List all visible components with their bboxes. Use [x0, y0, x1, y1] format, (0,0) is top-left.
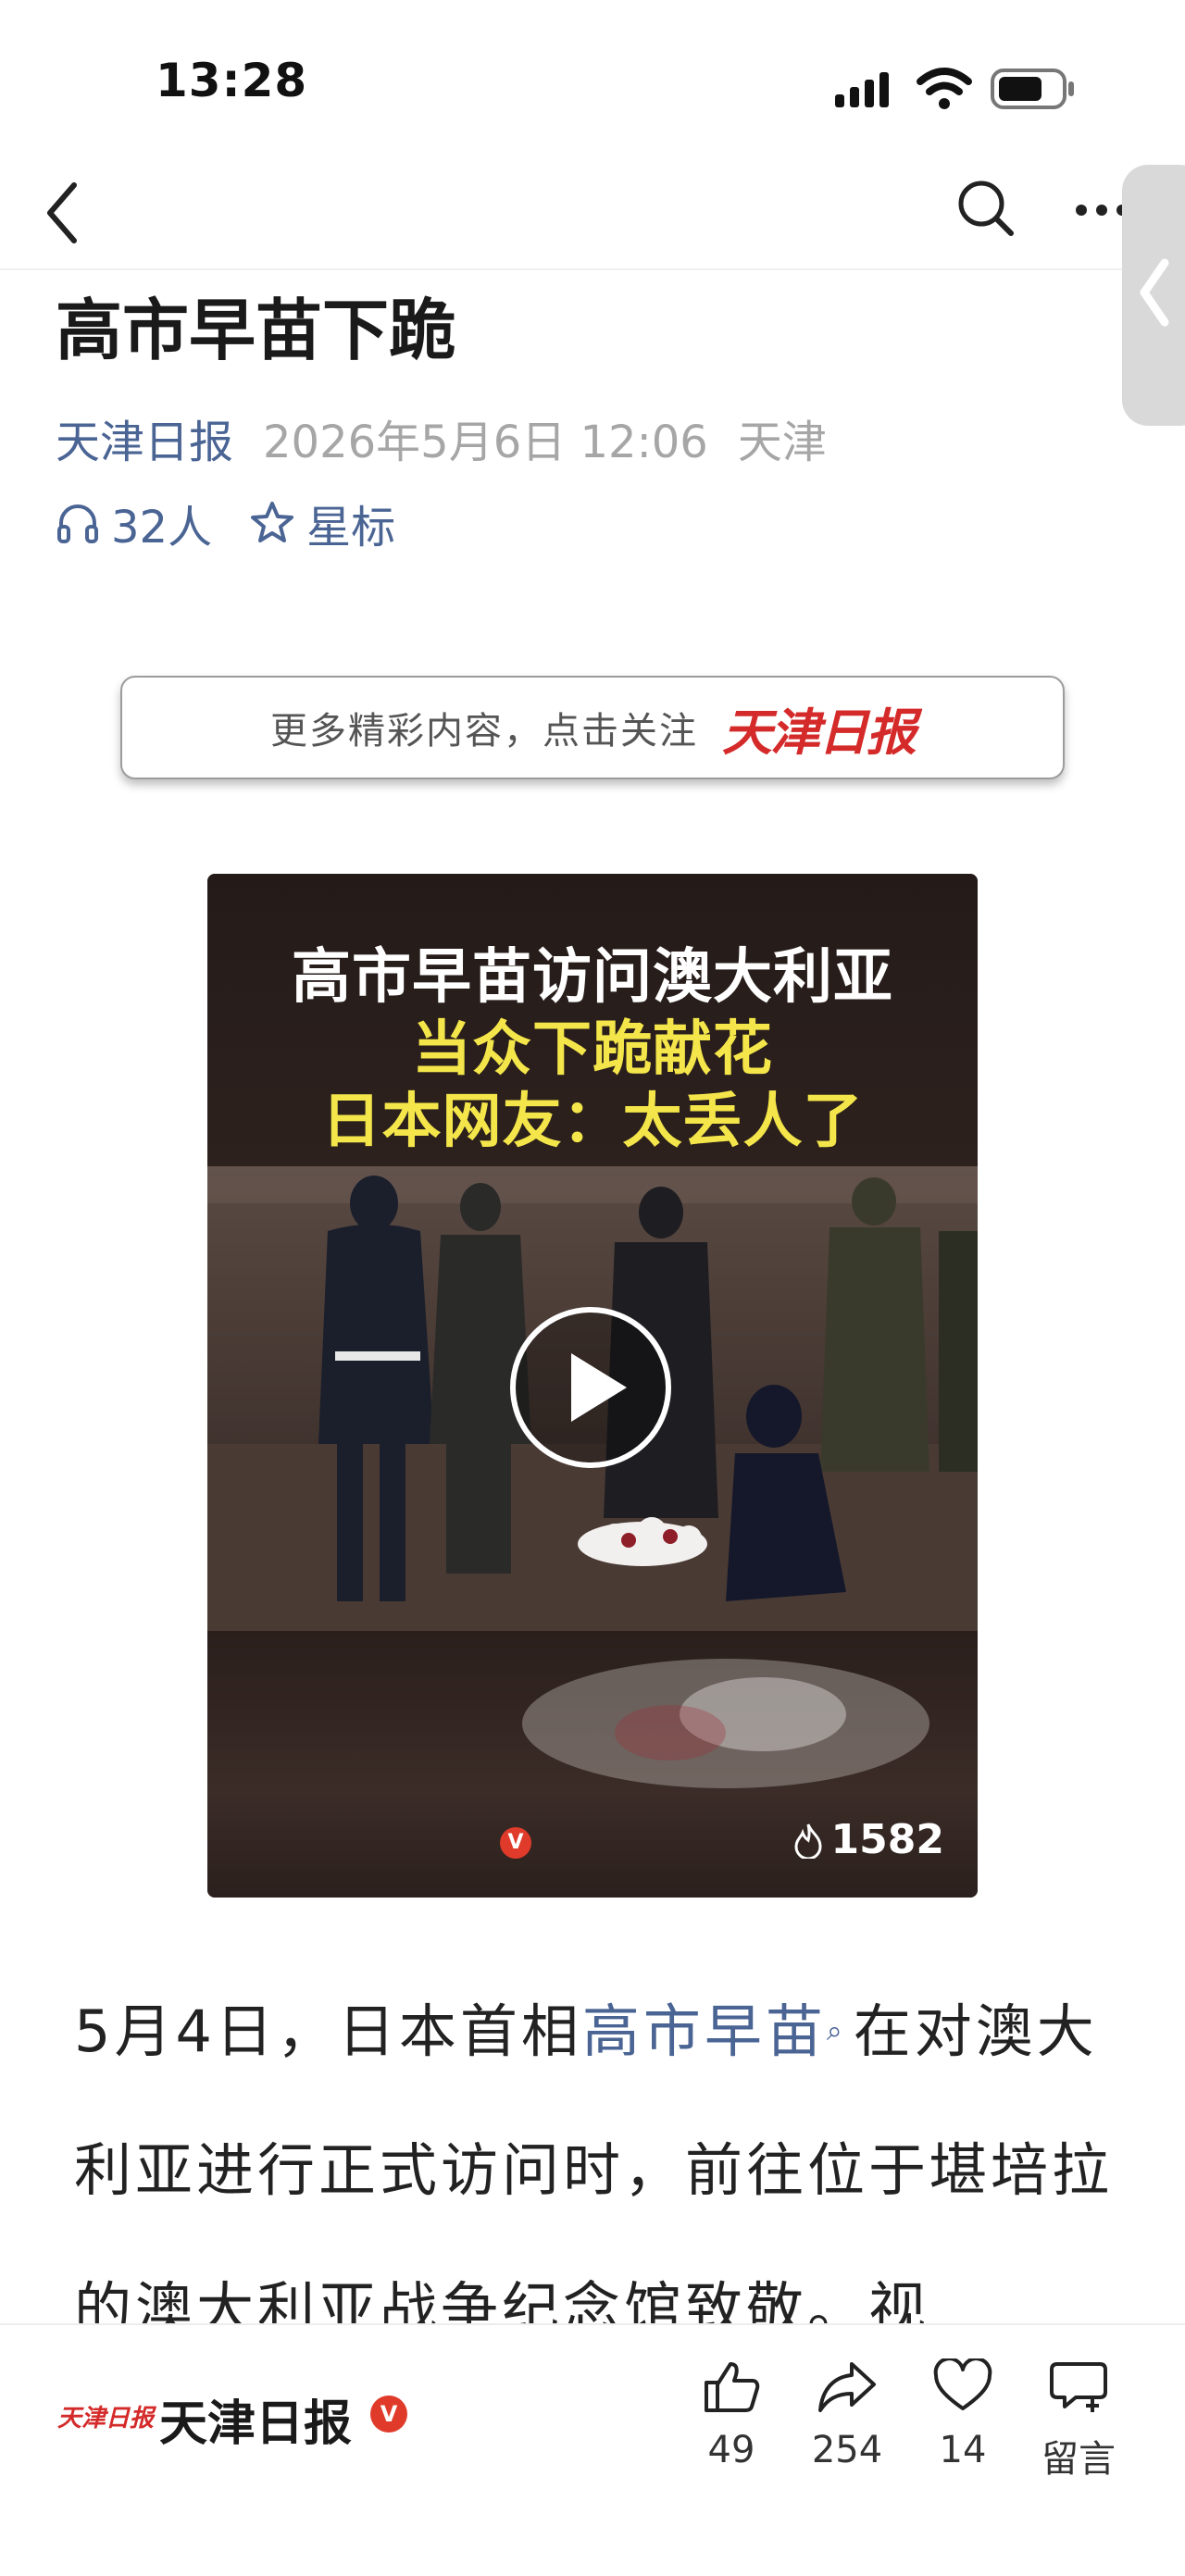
- verified-badge: V: [500, 1827, 531, 1859]
- more-icon: [1076, 205, 1128, 216]
- follow-banner-text: 更多精彩内容，点击关注: [270, 710, 698, 753]
- favorite-count: 14: [939, 2429, 987, 2471]
- like-button[interactable]: 49: [676, 2358, 787, 2471]
- article-meta: 天津日报 2026年5月6日 12:06 天津: [56, 405, 827, 470]
- comment-add-icon: [1050, 2362, 1107, 2412]
- account-logo[interactable]: 天津日报: [57, 2399, 154, 2433]
- thumbs-up-icon: [705, 2362, 760, 2412]
- more-button[interactable]: [1072, 198, 1128, 222]
- like-count: 49: [707, 2429, 755, 2471]
- status-icons: [835, 63, 1076, 115]
- wifi-icon: [917, 68, 972, 109]
- listen-button[interactable]: 32人: [56, 491, 212, 555]
- follow-banner[interactable]: 更多精彩内容，点击关注 天津日报: [120, 676, 1065, 779]
- search-icon: [958, 180, 1014, 236]
- article-stats: 32人 星标: [56, 491, 395, 555]
- headphones-icon: [57, 504, 98, 543]
- article-location: 天津: [737, 417, 827, 468]
- battery-icon: [991, 68, 1074, 109]
- body-text-part1: 5月4日，日本首相: [74, 1997, 582, 2065]
- status-time: 13:28: [156, 54, 308, 107]
- star-label: 星标: [306, 502, 396, 554]
- article-source[interactable]: 天津日报: [56, 405, 233, 470]
- bottom-bar: 天津日报 天津日报 V 49 254 14 留言: [0, 2323, 1185, 2576]
- article-title: 高市早苗下跪: [56, 292, 456, 369]
- play-icon: [510, 1307, 671, 1468]
- account-name[interactable]: 天津日报: [159, 2384, 352, 2454]
- search-icon[interactable]: ⌕: [827, 2015, 846, 2047]
- share-button[interactable]: 254: [792, 2358, 903, 2471]
- side-panel-handle[interactable]: [1122, 165, 1185, 426]
- follow-banner-logo: 天津日报: [722, 702, 917, 762]
- share-count: 254: [811, 2429, 883, 2471]
- favorite-button[interactable]: 14: [907, 2358, 1018, 2471]
- flame-icon: [794, 1823, 822, 1859]
- comment-label: 留言: [1042, 2438, 1116, 2481]
- search-button[interactable]: [954, 176, 1018, 241]
- play-button[interactable]: [508, 1305, 673, 1470]
- video-player[interactable]: 高市早苗访问澳大利亚 当众下跪献花 日本网友：太丢人了 V 1582: [207, 874, 978, 1898]
- chevron-left-icon: [1140, 258, 1169, 327]
- star-icon: [251, 502, 294, 542]
- hot-count-value: 1582: [830, 1816, 944, 1863]
- person-link[interactable]: 高市早苗: [582, 1997, 827, 2065]
- article-date: 2026年5月6日 12:06: [263, 417, 708, 468]
- listener-count: 32人: [111, 502, 213, 554]
- comment-button[interactable]: 留言: [1023, 2358, 1134, 2483]
- share-icon: [818, 2362, 876, 2412]
- video-caption-line3: 日本网友：太丢人了: [321, 1088, 864, 1156]
- star-button[interactable]: 星标: [249, 491, 395, 555]
- article-body: 5月4日，日本首相高市早苗⌕ 在对澳大利亚进行正式访问时，前往位于堪培拉的澳大利亚…: [74, 1962, 1120, 2379]
- chevron-left-icon: [47, 182, 77, 243]
- signal-icon: [835, 72, 889, 107]
- nav-divider: [0, 268, 1185, 270]
- verified-badge: V: [370, 2396, 407, 2433]
- heart-icon: [933, 2358, 992, 2410]
- back-button[interactable]: [37, 176, 93, 250]
- video-hot-count: 1582: [792, 1816, 944, 1863]
